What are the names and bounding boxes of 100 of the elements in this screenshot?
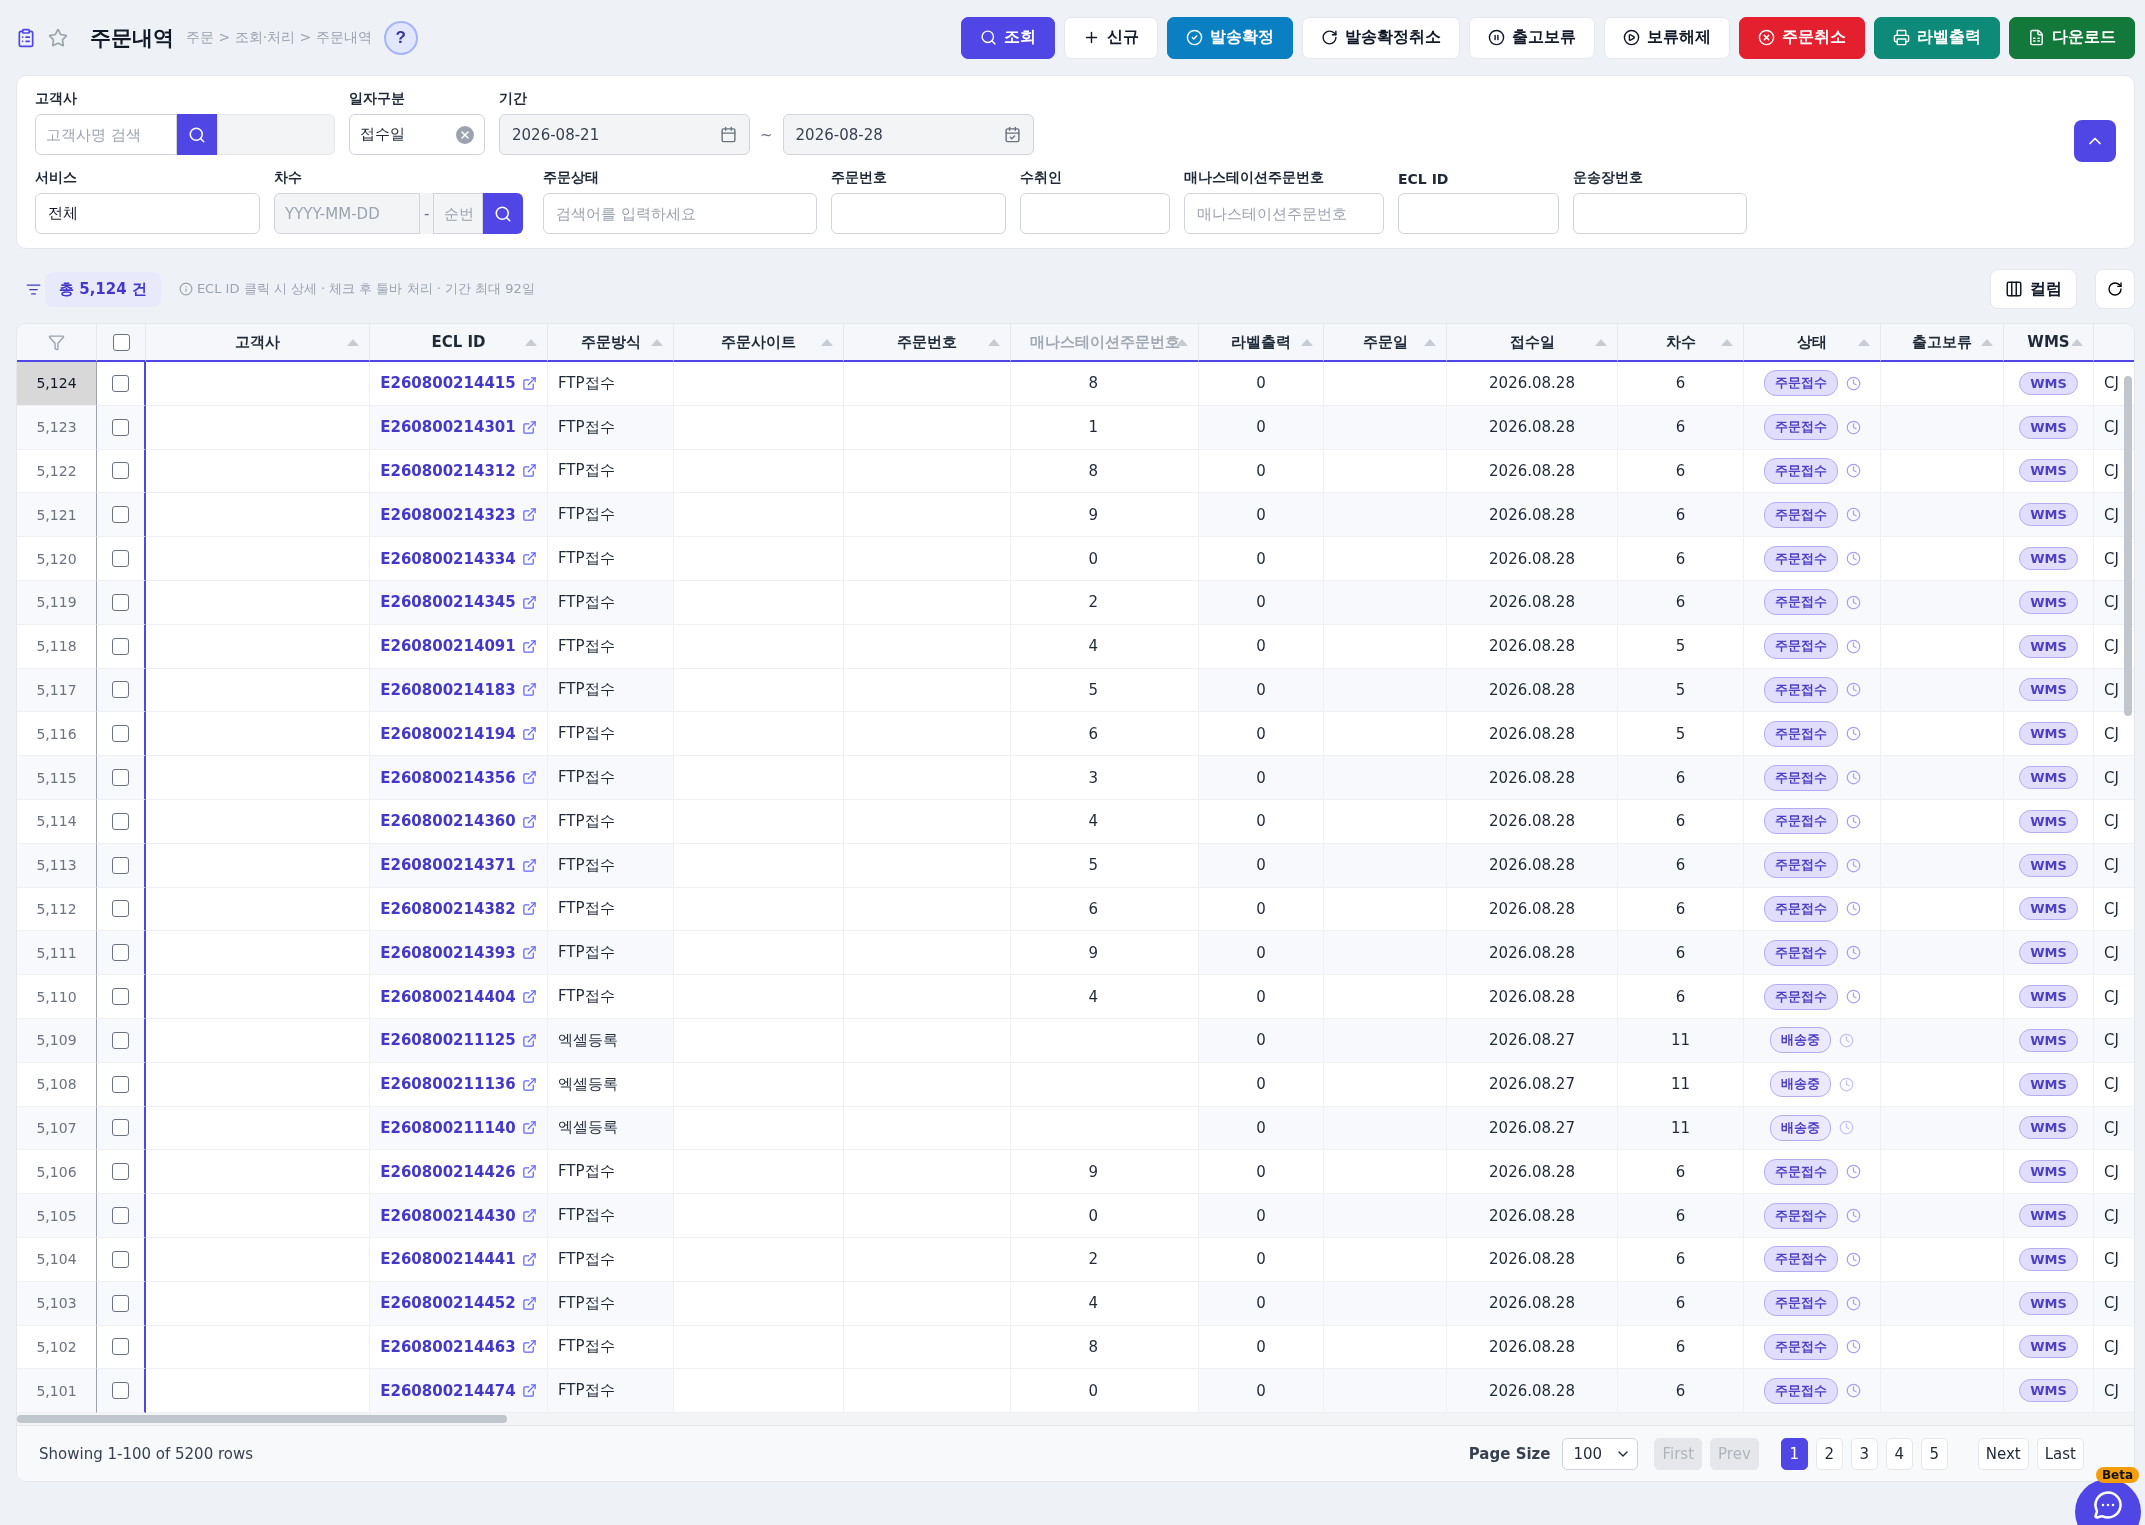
row-number[interactable]: 5,106 — [17, 1150, 97, 1195]
pagination-button[interactable]: Last — [2036, 1437, 2084, 1470]
external-link-icon[interactable] — [521, 594, 537, 610]
toolbar-button[interactable]: 출고보류 — [1469, 16, 1595, 59]
ecl-id-link[interactable]: E260800214415 — [380, 374, 516, 393]
row-number[interactable]: 5,118 — [17, 624, 97, 669]
row-checkbox[interactable] — [112, 988, 129, 1006]
column-header[interactable]: 차수 — [1618, 324, 1744, 362]
page-button[interactable]: 4 — [1885, 1437, 1913, 1470]
ecl-id-link[interactable]: E260800214393 — [380, 943, 516, 962]
clock-icon[interactable] — [1845, 463, 1861, 479]
clock-icon[interactable] — [1845, 1251, 1861, 1267]
external-link-icon[interactable] — [521, 1208, 537, 1224]
column-header[interactable]: 출고보류 — [1881, 324, 2004, 362]
toolbar-button[interactable]: 다운로드 — [2009, 16, 2135, 59]
row-number[interactable]: 5,122 — [17, 449, 97, 494]
service-select[interactable]: 전체 — [35, 193, 260, 234]
row-checkbox[interactable] — [112, 725, 129, 743]
row-number[interactable]: 5,112 — [17, 887, 97, 932]
ecl-id-link[interactable]: E260800214441 — [380, 1250, 516, 1269]
row-number[interactable]: 5,110 — [17, 975, 97, 1019]
ecl-id-link[interactable]: E260800214430 — [380, 1206, 516, 1225]
column-header[interactable]: 주문번호 — [844, 324, 1011, 362]
toolbar-button[interactable]: 보류해제 — [1604, 16, 1730, 59]
row-checkbox[interactable] — [112, 1207, 129, 1225]
external-link-icon[interactable] — [521, 507, 537, 523]
page-size-select[interactable]: 100 — [1562, 1437, 1639, 1470]
row-checkbox[interactable] — [112, 1075, 129, 1093]
row-checkbox[interactable] — [112, 769, 129, 787]
external-link-icon[interactable] — [521, 682, 537, 698]
row-checkbox[interactable] — [112, 506, 129, 524]
row-checkbox[interactable] — [112, 374, 129, 392]
input-field[interactable] — [1573, 193, 1747, 234]
row-number[interactable]: 5,111 — [17, 931, 97, 976]
column-header[interactable]: 주문방식 — [548, 324, 674, 362]
date-field[interactable]: 2026-08-21 — [499, 114, 750, 155]
refresh-button[interactable] — [2095, 269, 2135, 309]
toolbar-button[interactable]: 신규 — [1064, 16, 1158, 59]
row-number[interactable]: 5,124 — [17, 362, 97, 406]
external-link-icon[interactable] — [521, 1164, 537, 1180]
row-number[interactable]: 5,102 — [17, 1325, 97, 1370]
external-link-icon[interactable] — [521, 1120, 537, 1136]
page-button[interactable]: 2 — [1815, 1437, 1843, 1470]
clock-icon[interactable] — [1845, 375, 1861, 391]
ecl-id-link[interactable]: E260800214323 — [380, 505, 516, 524]
date-field[interactable]: 2026-08-28 — [782, 114, 1034, 155]
input-field[interactable] — [1020, 193, 1170, 234]
row-number[interactable]: 5,119 — [17, 581, 97, 625]
row-number[interactable]: 5,117 — [17, 668, 97, 713]
row-checkbox[interactable] — [112, 1382, 129, 1400]
clear-icon[interactable] — [456, 125, 474, 144]
clock-icon[interactable] — [1845, 1383, 1861, 1399]
clock-icon[interactable] — [1845, 638, 1861, 654]
row-checkbox[interactable] — [112, 1031, 129, 1049]
row-checkbox[interactable] — [112, 593, 129, 611]
clock-icon[interactable] — [1845, 945, 1861, 961]
ecl-id-link[interactable]: E260800214404 — [380, 987, 516, 1006]
ecl-id-link[interactable]: E260800211125 — [380, 1031, 516, 1050]
date-type-select[interactable]: 접수일 — [349, 114, 485, 155]
row-number[interactable]: 5,113 — [17, 843, 97, 888]
row-checkbox[interactable] — [112, 944, 129, 962]
external-link-icon[interactable] — [521, 770, 537, 786]
external-link-icon[interactable] — [521, 419, 537, 435]
page-button[interactable]: 1 — [1780, 1437, 1808, 1470]
external-link-icon[interactable] — [521, 901, 537, 917]
external-link-icon[interactable] — [521, 1032, 537, 1048]
external-link-icon[interactable] — [521, 1383, 537, 1399]
ecl-id-link[interactable]: E260800214360 — [380, 812, 516, 831]
star-icon[interactable] — [48, 27, 68, 48]
external-link-icon[interactable] — [521, 638, 537, 654]
row-number[interactable]: 5,108 — [17, 1062, 97, 1107]
row-number[interactable]: 5,114 — [17, 799, 97, 844]
external-link-icon[interactable] — [521, 463, 537, 479]
ecl-id-link[interactable]: E260800214474 — [380, 1381, 516, 1400]
clock-icon[interactable] — [1845, 770, 1861, 786]
column-header[interactable]: 주문일 — [1324, 324, 1447, 362]
toolbar-button[interactable]: 발송확정 — [1167, 16, 1293, 59]
row-checkbox[interactable] — [112, 637, 129, 655]
ecl-id-link[interactable]: E260800214301 — [380, 418, 516, 437]
column-header[interactable]: 라벨출력 — [1199, 324, 1324, 362]
row-number[interactable]: 5,109 — [17, 1018, 97, 1063]
input-field[interactable]: 검색어를 입력하세요 — [543, 193, 817, 234]
external-link-icon[interactable] — [521, 813, 537, 829]
clock-icon[interactable] — [1845, 901, 1861, 917]
search-button[interactable] — [177, 114, 217, 155]
row-number[interactable]: 5,103 — [17, 1281, 97, 1326]
row-checkbox[interactable] — [112, 812, 129, 830]
columns-button[interactable]: 컬럼 — [1990, 269, 2077, 309]
scrollbar[interactable] — [17, 1415, 507, 1424]
clock-icon[interactable] — [1845, 551, 1861, 567]
row-number[interactable]: 5,115 — [17, 756, 97, 800]
row-checkbox[interactable] — [112, 418, 129, 436]
ecl-id-link[interactable]: E260800214312 — [380, 462, 516, 480]
external-link-icon[interactable] — [521, 375, 537, 391]
row-checkbox[interactable] — [112, 681, 129, 699]
external-link-icon[interactable] — [521, 1295, 537, 1311]
column-header[interactable]: 상태 — [1744, 324, 1881, 362]
toolbar-button[interactable]: 발송확정취소 — [1302, 16, 1460, 59]
clock-icon[interactable] — [1845, 419, 1861, 435]
clock-icon[interactable] — [1845, 682, 1861, 698]
